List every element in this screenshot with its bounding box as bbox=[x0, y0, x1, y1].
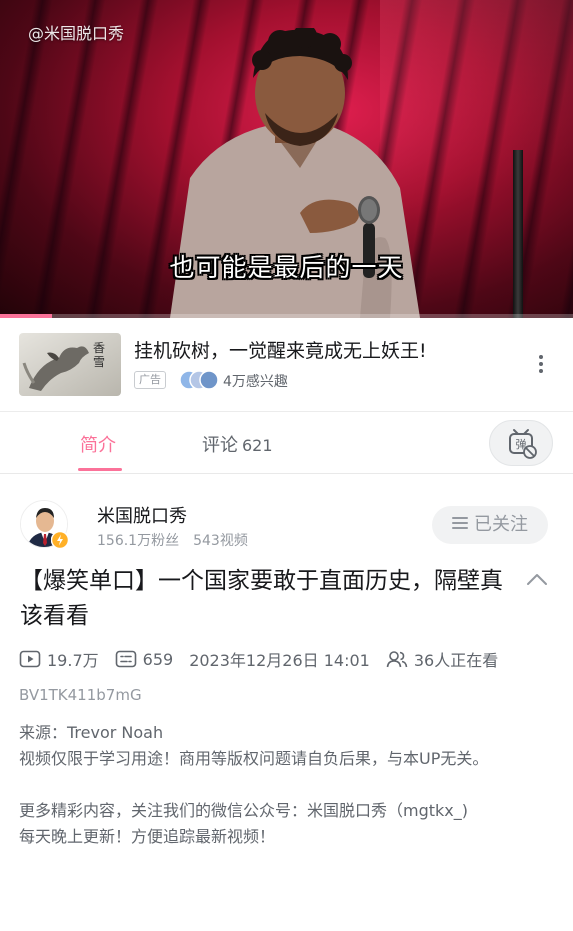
desc-disclaimer: 视频仅限于学习用途！商用等版权问题请自负后果，与本UP无关。 bbox=[19, 749, 489, 768]
video-description: 来源：Trevor Noah 视频仅限于学习用途！商用等版权问题请自负后果，与本… bbox=[19, 720, 549, 850]
publish-date: 2023年12月26日 14:01 bbox=[189, 647, 370, 671]
fans-count: 156.1万粉丝 bbox=[97, 533, 180, 549]
danmaku-toggle-button[interactable]: 弹 bbox=[489, 420, 553, 466]
tab-comments-label: 评论 bbox=[202, 435, 238, 456]
video-meta: 19.7万 659 2023年12月26日 14:01 36人正在看 bbox=[19, 647, 514, 671]
chevron-up-icon[interactable] bbox=[526, 572, 548, 586]
follow-button[interactable]: 已关注 bbox=[432, 506, 548, 544]
ad-thumb-text: 香雪 bbox=[93, 341, 106, 369]
danmaku-icon bbox=[115, 650, 136, 668]
ad-badge: 广告 bbox=[134, 371, 166, 389]
video-count: 543视频 bbox=[193, 533, 248, 549]
tab-bar: 简介 评论 621 弹 bbox=[0, 412, 573, 474]
people-icon bbox=[386, 651, 408, 668]
uploader-name[interactable]: 米国脱口秀 bbox=[97, 502, 187, 528]
desc-update-note: 每天晚上更新！方便追踪最新视频！ bbox=[19, 827, 276, 846]
bvid-label: BV1TK411b7mG bbox=[19, 686, 142, 704]
danmaku-count-value: 659 bbox=[142, 649, 174, 669]
ad-title[interactable]: 挂机砍树，一觉醒来竟成无上妖王! bbox=[134, 336, 427, 363]
video-watermark: @米国脱口秀 bbox=[28, 24, 125, 43]
play-count-value: 19.7万 bbox=[47, 651, 99, 670]
tab-comments-count: 621 bbox=[242, 436, 273, 455]
play-icon bbox=[19, 650, 41, 668]
desc-follow-note: 更多精彩内容，关注我们的微信公众号：米国脱口秀（mgtkx_) bbox=[19, 801, 468, 820]
follow-label: 已关注 bbox=[474, 514, 528, 535]
ad-thumbnail[interactable]: 香雪 bbox=[19, 333, 121, 396]
video-title: 【爆笑单口】一个国家要敢于直面历史，隔壁真该看看 bbox=[20, 568, 503, 629]
video-subtitle: 也可能是最后的一天 bbox=[169, 253, 404, 282]
uploader-row: 米国脱口秀 156.1万粉丝 543视频 已关注 bbox=[0, 488, 573, 558]
ad-interest-count: 4万感兴趣 bbox=[223, 374, 288, 390]
mic-stand bbox=[513, 150, 523, 318]
interested-avatars-icon bbox=[179, 370, 219, 390]
desc-source: 来源：Trevor Noah bbox=[19, 723, 164, 742]
menu-icon bbox=[452, 514, 468, 532]
more-vertical-icon[interactable] bbox=[532, 352, 550, 376]
active-tab-indicator bbox=[78, 468, 122, 471]
tab-intro[interactable]: 简介 bbox=[80, 431, 116, 457]
uploader-stats: 156.1万粉丝 543视频 bbox=[97, 530, 248, 550]
danmaku-count: 659 bbox=[115, 649, 174, 669]
watching-count-value: 36人正在看 bbox=[413, 651, 499, 670]
ad-banner[interactable]: 香雪 挂机砍树，一觉醒来竟成无上妖王! 广告 4万感兴趣 bbox=[0, 318, 573, 412]
video-player[interactable]: @米国脱口秀 也可能是最后的一天 bbox=[0, 0, 573, 318]
tab-comments[interactable]: 评论 621 bbox=[202, 431, 273, 457]
danmaku-toggle-icon: 弹 bbox=[509, 429, 537, 459]
play-count: 19.7万 bbox=[19, 647, 99, 671]
watching-count: 36人正在看 bbox=[386, 647, 498, 671]
publish-date-value: 2023年12月26日 14:01 bbox=[189, 651, 370, 670]
verified-badge-icon bbox=[51, 531, 69, 549]
